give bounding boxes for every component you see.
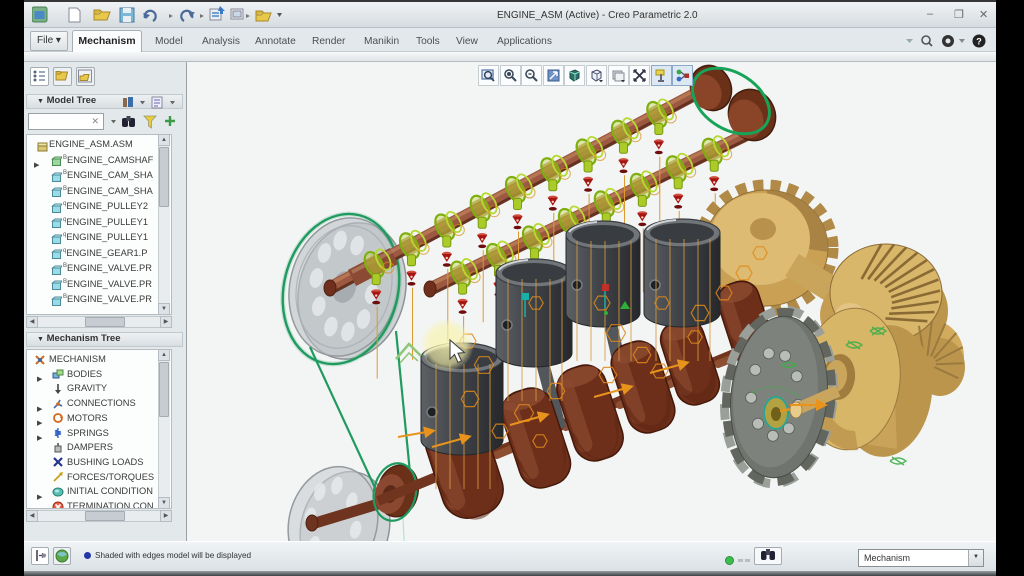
svg-text:?: ? — [976, 37, 982, 47]
